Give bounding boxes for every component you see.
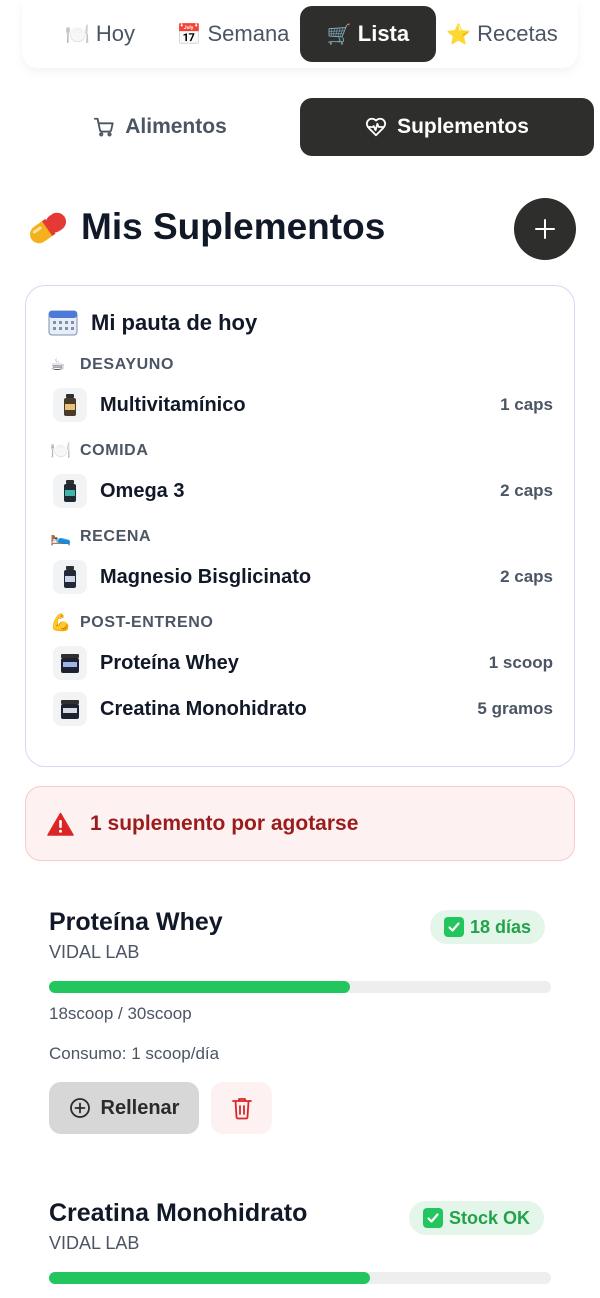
pill-icon: [29, 212, 67, 244]
inventory-item-name: Proteína Whey: [49, 908, 223, 936]
plan-item-dose: 5 gramos: [477, 699, 553, 718]
plan-item-name: Proteína Whey: [100, 651, 239, 674]
segment-suplementos[interactable]: Suplementos: [300, 98, 594, 156]
bottle-icon: [53, 388, 87, 422]
days-left-text: 18 días: [470, 916, 532, 937]
plus-icon: [535, 219, 555, 239]
coffee-icon: ☕: [50, 355, 66, 375]
group-label: DESAYUNO: [80, 356, 175, 373]
add-supplement-button[interactable]: [514, 198, 576, 260]
check-mark-icon: [444, 917, 464, 937]
tab-semana-label: Semana: [207, 21, 290, 46]
bed-icon: 🛌: [50, 527, 72, 547]
segment-suplementos-label: Suplementos: [397, 115, 529, 138]
group-comida: 🍽️ COMIDA: [50, 440, 148, 462]
inventory-item-brand: VIDAL LAB: [49, 1233, 140, 1253]
tab-recetas[interactable]: ⭐ Recetas: [440, 6, 564, 62]
plan-item-dose: 2 caps: [500, 481, 553, 500]
bottle-icon: [53, 474, 87, 508]
refill-button[interactable]: Rellenar: [49, 1082, 199, 1134]
plan-item-name: Magnesio Bisglicinato: [100, 565, 312, 588]
stock-bar-fill: [49, 1272, 371, 1284]
group-post-entreno: 💪 POST-ENTRENO: [50, 612, 213, 634]
tab-hoy[interactable]: 🍽️ Hoy: [60, 6, 140, 62]
cart-outline-icon: [94, 117, 114, 137]
calendar-icon: [48, 310, 78, 336]
check-mark-icon: [423, 1208, 443, 1228]
group-desayuno: ☕ DESAYUNO: [50, 354, 174, 376]
tub-icon: [53, 646, 87, 680]
tab-lista[interactable]: 🛒 Lista: [300, 6, 436, 62]
group-label: COMIDA: [80, 442, 149, 459]
tab-semana[interactable]: 📅 Semana: [172, 6, 294, 62]
plan-item-dose: 1 caps: [500, 395, 553, 414]
calendar-icon: 📅: [176, 22, 202, 46]
stock-bar-fill: [49, 981, 351, 993]
tub-icon: [53, 692, 87, 726]
stock-status-badge: Stock OK: [409, 1201, 545, 1235]
plan-item-name: Multivitamínico: [100, 393, 246, 416]
plan-item-name: Creatina Monohidrato: [100, 697, 307, 720]
segment-alimentos[interactable]: Alimentos: [25, 98, 295, 156]
inventory-item-brand: VIDAL LAB: [49, 942, 140, 962]
stock-status-text: Stock OK: [449, 1207, 531, 1228]
plan-item[interactable]: Magnesio Bisglicinato 2 caps: [53, 559, 553, 595]
tab-hoy-label: Hoy: [95, 21, 136, 46]
days-left-badge: 18 días: [430, 910, 546, 944]
plan-item-dose: 1 scoop: [488, 653, 553, 672]
cart-icon: 🛒: [326, 22, 352, 46]
stock-bar: [49, 1272, 551, 1284]
group-label: RECENA: [80, 528, 152, 545]
consumption-text: Consumo: 1 scoop/día: [49, 1044, 220, 1063]
trash-icon: [231, 1098, 252, 1120]
delete-button[interactable]: [211, 1082, 272, 1134]
group-recena: 🛌 RECENA: [50, 526, 151, 548]
stock-text: 18scoop / 30scoop: [49, 1004, 192, 1023]
low-stock-alert: 1 suplemento por agotarse: [25, 786, 575, 861]
page-title: Mis Suplementos: [81, 206, 386, 247]
stock-bar: [49, 981, 551, 993]
warning-icon: [47, 812, 74, 836]
heart-pulse-icon: [365, 117, 387, 137]
plan-item[interactable]: Omega 3 2 caps: [53, 473, 553, 509]
refill-label: Rellenar: [100, 1096, 180, 1119]
bottle-icon: [53, 560, 87, 594]
plus-circle-icon: [69, 1098, 90, 1118]
plate-icon: 🍽️: [50, 441, 72, 461]
plan-item-name: Omega 3: [100, 479, 185, 502]
inventory-item-name: Creatina Monohidrato: [49, 1199, 308, 1227]
plan-item[interactable]: Proteína Whey 1 scoop: [53, 645, 553, 681]
plan-item-dose: 2 caps: [500, 567, 553, 586]
flexed-biceps-icon: 💪: [50, 613, 72, 633]
plate-icon: 🍽️: [64, 22, 90, 46]
plan-title: Mi pauta de hoy: [91, 310, 258, 335]
tab-lista-label: Lista: [357, 21, 410, 46]
plan-item[interactable]: Creatina Monohidrato 5 gramos: [53, 691, 553, 727]
plan-item[interactable]: Multivitamínico 1 caps: [53, 387, 553, 423]
segment-alimentos-label: Alimentos: [125, 115, 227, 138]
tab-recetas-label: Recetas: [477, 21, 558, 46]
alert-text: 1 suplemento por agotarse: [90, 811, 359, 835]
star-icon: ⭐: [446, 22, 472, 46]
group-label: POST-ENTRENO: [80, 614, 214, 631]
